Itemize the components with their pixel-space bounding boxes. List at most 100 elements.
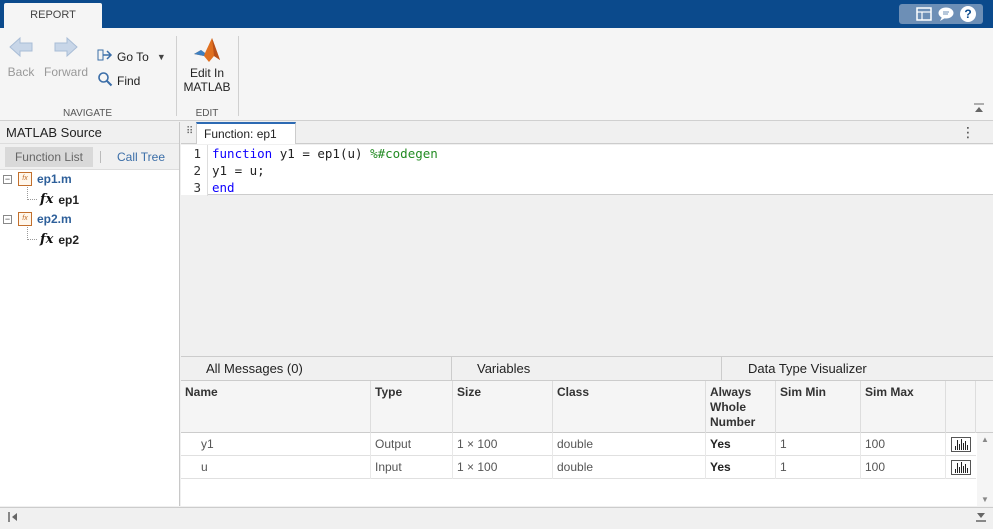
collapse-icon[interactable]: − xyxy=(3,174,12,184)
forward-label: Forward xyxy=(44,65,89,79)
edit-section-label: EDIT xyxy=(195,108,219,119)
section-divider xyxy=(238,36,239,116)
comment-icon[interactable] xyxy=(935,5,957,23)
column-header[interactable]: Size xyxy=(453,381,553,433)
tab-all-messages[interactable]: All Messages (0) xyxy=(206,357,303,381)
cell-size: 1 × 100 xyxy=(453,433,553,456)
forward-arrow-icon xyxy=(44,36,88,65)
scroll-up-icon[interactable]: ▲ xyxy=(981,435,989,444)
editor-tab-bar: ⠿ Function: ep1 ⋮ xyxy=(181,122,993,144)
cell-type: Input xyxy=(371,456,453,479)
keyword: function xyxy=(212,146,273,161)
code-viewer: ⠿ Function: ep1 ⋮ 1 2 3 function y1 = ep… xyxy=(181,122,993,354)
code-line: y1 = u; xyxy=(212,162,993,179)
cell-class: double xyxy=(553,456,706,479)
cell-sim-min: 1 xyxy=(776,433,861,456)
status-bar xyxy=(0,507,993,529)
tree-connector xyxy=(27,224,37,240)
column-header-histogram xyxy=(946,381,976,433)
function-icon: fx xyxy=(40,192,54,207)
collapse-bottom-icon[interactable] xyxy=(975,511,987,526)
help-glyph: ? xyxy=(960,6,976,22)
matlab-logo-icon xyxy=(192,36,222,64)
scroll-down-icon[interactable]: ▼ xyxy=(981,495,989,504)
title-bar: REPORT ? xyxy=(0,0,993,28)
keyword: end xyxy=(212,180,235,195)
tree-node-file[interactable]: − fx ep2.m xyxy=(3,212,72,226)
back-arrow-icon xyxy=(6,36,36,65)
column-header[interactable]: Always Whole Number xyxy=(706,381,776,433)
tree-node-function[interactable]: fx ep2 xyxy=(40,232,79,247)
matlab-label: MATLAB xyxy=(183,80,231,94)
cell-whole-number: Yes xyxy=(706,433,776,456)
tab-variables[interactable]: Variables xyxy=(477,357,530,381)
find-label: Find xyxy=(117,73,141,88)
collapse-icon[interactable]: − xyxy=(3,214,12,224)
find-button[interactable]: Find xyxy=(97,71,140,90)
histogram-icon[interactable] xyxy=(951,460,971,475)
code-lines: function y1 = ep1(u) %#codegen y1 = u; e… xyxy=(207,145,993,196)
tab-function-ep1[interactable]: Function: ep1 xyxy=(196,122,296,144)
tab-divider xyxy=(451,357,452,381)
m-file-icon: fx xyxy=(18,212,32,226)
drag-handle-icon[interactable]: ⠿ xyxy=(186,126,193,137)
tab-data-type-visualizer[interactable]: Data Type Visualizer xyxy=(748,357,867,381)
forward-button[interactable]: Forward xyxy=(44,36,88,79)
source-view-tabs: Function List Call Tree xyxy=(0,144,179,170)
panel-title: MATLAB Source xyxy=(0,122,179,144)
m-file-icon: fx xyxy=(18,172,32,186)
column-header[interactable]: Name xyxy=(181,381,371,433)
help-icon[interactable]: ? xyxy=(957,5,979,23)
layout-icon[interactable] xyxy=(913,5,935,23)
tab-function-list[interactable]: Function List xyxy=(5,147,93,167)
function-icon: fx xyxy=(40,232,54,247)
edit-section: Edit In MATLAB EDIT xyxy=(177,28,237,121)
bottom-tab-bar: All Messages (0) Variables Data Type Vis… xyxy=(181,356,993,381)
table-row[interactable]: u Input 1 × 100 double Yes 1 100 xyxy=(181,456,976,479)
more-options-icon[interactable]: ⋮ xyxy=(961,124,975,141)
cell-name: y1 xyxy=(181,433,371,456)
matlab-source-panel: MATLAB Source Function List Call Tree − … xyxy=(0,122,180,506)
collapse-left-icon[interactable] xyxy=(8,511,18,526)
goto-label: Go To xyxy=(117,49,149,64)
back-button[interactable]: Back xyxy=(6,36,36,79)
line-number: 1 xyxy=(193,146,201,161)
cell-sim-min: 1 xyxy=(776,456,861,479)
navigate-section-label: NAVIGATE xyxy=(62,108,113,119)
tab-divider xyxy=(100,151,101,163)
tab-report[interactable]: REPORT xyxy=(4,3,102,28)
cell-type: Output xyxy=(371,433,453,456)
cell-whole-number: Yes xyxy=(706,456,776,479)
column-header[interactable]: Type xyxy=(371,381,453,433)
cell-sim-max: 100 xyxy=(861,433,946,456)
file-name: ep1.m xyxy=(37,172,72,186)
navigate-section: Back Forward Go To ▼ Find NAVIGATE xyxy=(0,28,175,121)
table-row[interactable]: y1 Output 1 × 100 double Yes 1 100 xyxy=(181,433,976,456)
table-header: Name Type Size Class Always Whole Number… xyxy=(181,381,993,433)
tree-node-file[interactable]: − fx ep1.m xyxy=(3,172,72,186)
column-header[interactable]: Class xyxy=(553,381,706,433)
collapse-toolstrip-icon[interactable] xyxy=(973,103,985,116)
quick-access-toolbar: ? xyxy=(899,4,983,24)
edit-in-matlab-button[interactable]: Edit In MATLAB xyxy=(179,36,235,94)
code-text: y1 = u; xyxy=(212,163,265,178)
code-line: end xyxy=(212,179,993,196)
column-header[interactable]: Sim Max xyxy=(861,381,946,433)
vertical-scrollbar[interactable]: ▲ ▼ xyxy=(977,433,993,506)
column-header[interactable]: Sim Min xyxy=(776,381,861,433)
tab-call-tree[interactable]: Call Tree xyxy=(117,147,165,167)
code-area[interactable]: 1 2 3 function y1 = ep1(u) %#codegen y1 … xyxy=(181,145,993,196)
histogram-icon[interactable] xyxy=(951,437,971,452)
line-numbers: 1 2 3 xyxy=(181,145,207,195)
tree-node-function[interactable]: fx ep1 xyxy=(40,192,79,207)
function-name: ep2 xyxy=(58,232,80,247)
tab-divider xyxy=(721,357,722,381)
code-line: function y1 = ep1(u) %#codegen xyxy=(212,145,993,162)
file-name: ep2.m xyxy=(37,212,72,226)
cell-size: 1 × 100 xyxy=(453,456,553,479)
back-label: Back xyxy=(7,65,35,79)
code-text: y1 = ep1(u) xyxy=(272,146,371,161)
goto-button[interactable]: Go To ▼ xyxy=(97,47,166,66)
cell-name: u xyxy=(181,456,371,479)
goto-icon xyxy=(97,47,117,66)
